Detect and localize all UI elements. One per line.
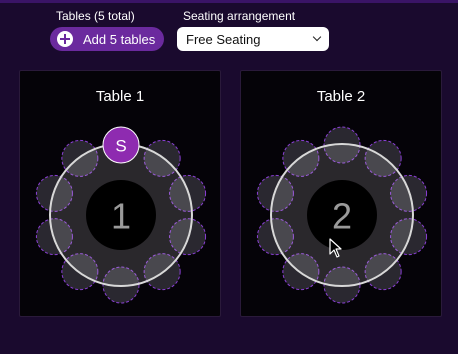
plus-circle-icon — [57, 31, 73, 47]
table-diagram-1: 1S — [35, 126, 207, 304]
add-tables-button[interactable]: Add 5 tables — [50, 27, 164, 51]
mouse-pointer-icon — [329, 238, 342, 258]
window-top-border — [0, 0, 458, 3]
add-tables-button-label: Add 5 tables — [83, 31, 156, 47]
seating-arrangement-select[interactable]: Free Seating — [177, 27, 329, 51]
occupied-seat-label: S — [115, 137, 126, 156]
table-number: 1 — [111, 196, 131, 237]
seating-arrangement-label: Seating arrangement — [183, 9, 296, 23]
table-diagram-2: 2 — [256, 126, 428, 304]
table-panel-1: Table 1 1S — [19, 70, 221, 317]
table-panel-2: Table 2 2 — [240, 70, 442, 317]
table-number: 2 — [332, 196, 352, 237]
seating-arrangement-value: Free Seating — [186, 31, 261, 47]
tables-count-label: Tables (5 total) — [56, 9, 135, 23]
chevron-down-icon — [312, 32, 322, 42]
